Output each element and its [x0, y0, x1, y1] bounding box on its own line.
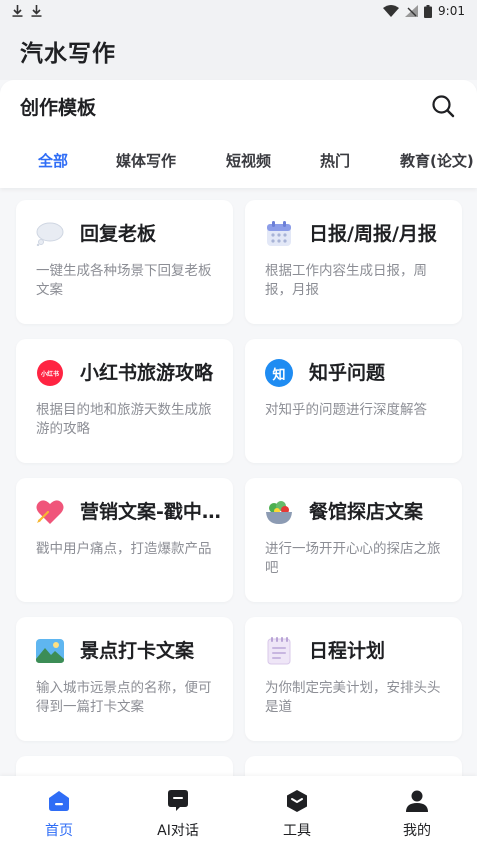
wifi-icon — [383, 5, 400, 17]
card-description: 输入城市远景点的名称，便可得到一篇打卡文案 — [36, 680, 212, 715]
card-description: 进行一场开开心心的探店之旅吧 — [265, 541, 441, 576]
nav-label: 工具 — [283, 823, 311, 839]
search-icon — [432, 95, 455, 118]
tab-hot[interactable]: 热门 — [320, 150, 350, 171]
tab-all[interactable]: 全部 — [38, 150, 68, 171]
template-card-partial[interactable] — [245, 756, 462, 776]
template-card-zhihu[interactable]: 知 知乎问题 对知乎的问题进行深度解答 — [245, 339, 462, 463]
nav-label: 我的 — [403, 823, 431, 839]
salad-bowl-icon — [265, 498, 293, 526]
battery-icon — [424, 4, 433, 18]
user-icon — [404, 788, 430, 814]
bottom-nav: 首页 AI对话 工具 我的 — [0, 776, 477, 848]
tab-short-video[interactable]: 短视频 — [226, 150, 271, 171]
card-title: 景点打卡文案 — [80, 640, 195, 662]
nav-ai-chat[interactable]: AI对话 — [133, 788, 223, 840]
no-signal-icon — [405, 5, 419, 17]
card-title: 小红书旅游攻略 — [80, 362, 214, 384]
template-card-xiaohongshu-travel[interactable]: 小红书 小红书旅游攻略 根据目的地和旅游天数生成旅游的攻略 — [16, 339, 233, 463]
download-icon — [12, 5, 23, 17]
xiaohongshu-logo-text: 小红书 — [40, 370, 59, 378]
nav-label: 首页 — [45, 823, 73, 839]
card-description: 对知乎的问题进行深度解答 — [265, 402, 427, 418]
card-title: 知乎问题 — [309, 362, 386, 384]
download-icon — [31, 5, 42, 17]
zhihu-icon: 知 — [265, 359, 293, 387]
card-description: 戳中用户痛点，打造爆款产品 — [36, 541, 212, 557]
heart-icon — [36, 498, 64, 526]
panel-title: 创作模板 — [20, 97, 97, 119]
xiaohongshu-icon: 小红书 — [36, 359, 64, 387]
nav-profile[interactable]: 我的 — [372, 788, 462, 840]
template-card-schedule[interactable]: 日程计划 为你制定完美计划，安排头头是道 — [245, 617, 462, 741]
status-bar: 9:01 — [0, 0, 477, 22]
tab-education[interactable]: 教育(论文) — [400, 150, 474, 171]
template-card-reply-boss[interactable]: 回复老板 一键生成各种场景下回复老板文案 — [16, 200, 233, 324]
calendar-icon — [265, 220, 293, 248]
template-card-scenic-checkin[interactable]: 景点打卡文案 输入城市远景点的名称，便可得到一篇打卡文案 — [16, 617, 233, 741]
nav-tools[interactable]: 工具 — [252, 788, 342, 840]
template-panel: 创作模板 全部 媒体写作 短视频 热门 教育(论文) — [0, 80, 477, 188]
card-description: 根据工作内容生成日报，周报，月报 — [265, 263, 427, 298]
tab-media-writing[interactable]: 媒体写作 — [116, 150, 176, 171]
landscape-icon — [36, 637, 64, 665]
card-description: 根据目的地和旅游天数生成旅游的攻略 — [36, 402, 212, 437]
card-description: 为你制定完美计划，安排头头是道 — [265, 680, 441, 715]
chat-icon — [165, 788, 191, 814]
app-header: 汽水写作 — [0, 22, 477, 80]
template-grid: 回复老板 一键生成各种场景下回复老板文案 日报/周报/月报 根据工作内容生成日报… — [0, 190, 477, 776]
template-card-restaurant[interactable]: 餐馆探店文案 进行一场开开心心的探店之旅吧 — [245, 478, 462, 602]
home-icon — [46, 788, 72, 814]
card-title: 日报/周报/月报 — [309, 223, 437, 245]
category-tabs: 全部 媒体写作 短视频 热门 教育(论文) — [0, 142, 477, 178]
card-title: 营销文案-戳中痛点 — [80, 501, 222, 523]
nav-home[interactable]: 首页 — [14, 788, 104, 840]
zhihu-logo-text: 知 — [272, 367, 286, 383]
notepad-icon — [265, 637, 293, 665]
toolbox-icon — [284, 788, 310, 814]
card-description: 一键生成各种场景下回复老板文案 — [36, 263, 212, 298]
card-title: 日程计划 — [309, 640, 386, 662]
template-card-marketing[interactable]: 营销文案-戳中痛点 戳中用户痛点，打造爆款产品 — [16, 478, 233, 602]
status-time: 9:01 — [438, 4, 465, 18]
template-card-daily-report[interactable]: 日报/周报/月报 根据工作内容生成日报，周报，月报 — [245, 200, 462, 324]
nav-label: AI对话 — [157, 823, 199, 839]
card-title: 餐馆探店文案 — [309, 501, 424, 523]
speech-bubble-icon — [36, 220, 64, 248]
card-title: 回复老板 — [80, 223, 157, 245]
template-card-partial[interactable] — [16, 756, 233, 776]
search-button[interactable] — [429, 92, 457, 120]
app-title: 汽水写作 — [20, 41, 116, 67]
